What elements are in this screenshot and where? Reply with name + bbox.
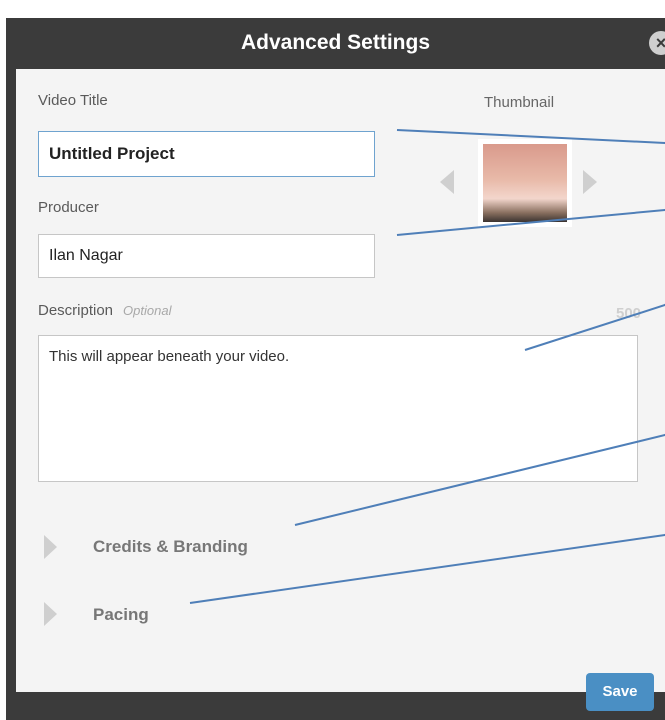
annotation-arrow-credits [294,435,665,526]
annotation-arrows [189,129,665,604]
annotation-arrow-producer [396,210,665,236]
annotation-arrow-title [396,129,665,143]
annotation-arrow-pacing [189,535,665,604]
annotation-arrow-description [524,305,665,351]
